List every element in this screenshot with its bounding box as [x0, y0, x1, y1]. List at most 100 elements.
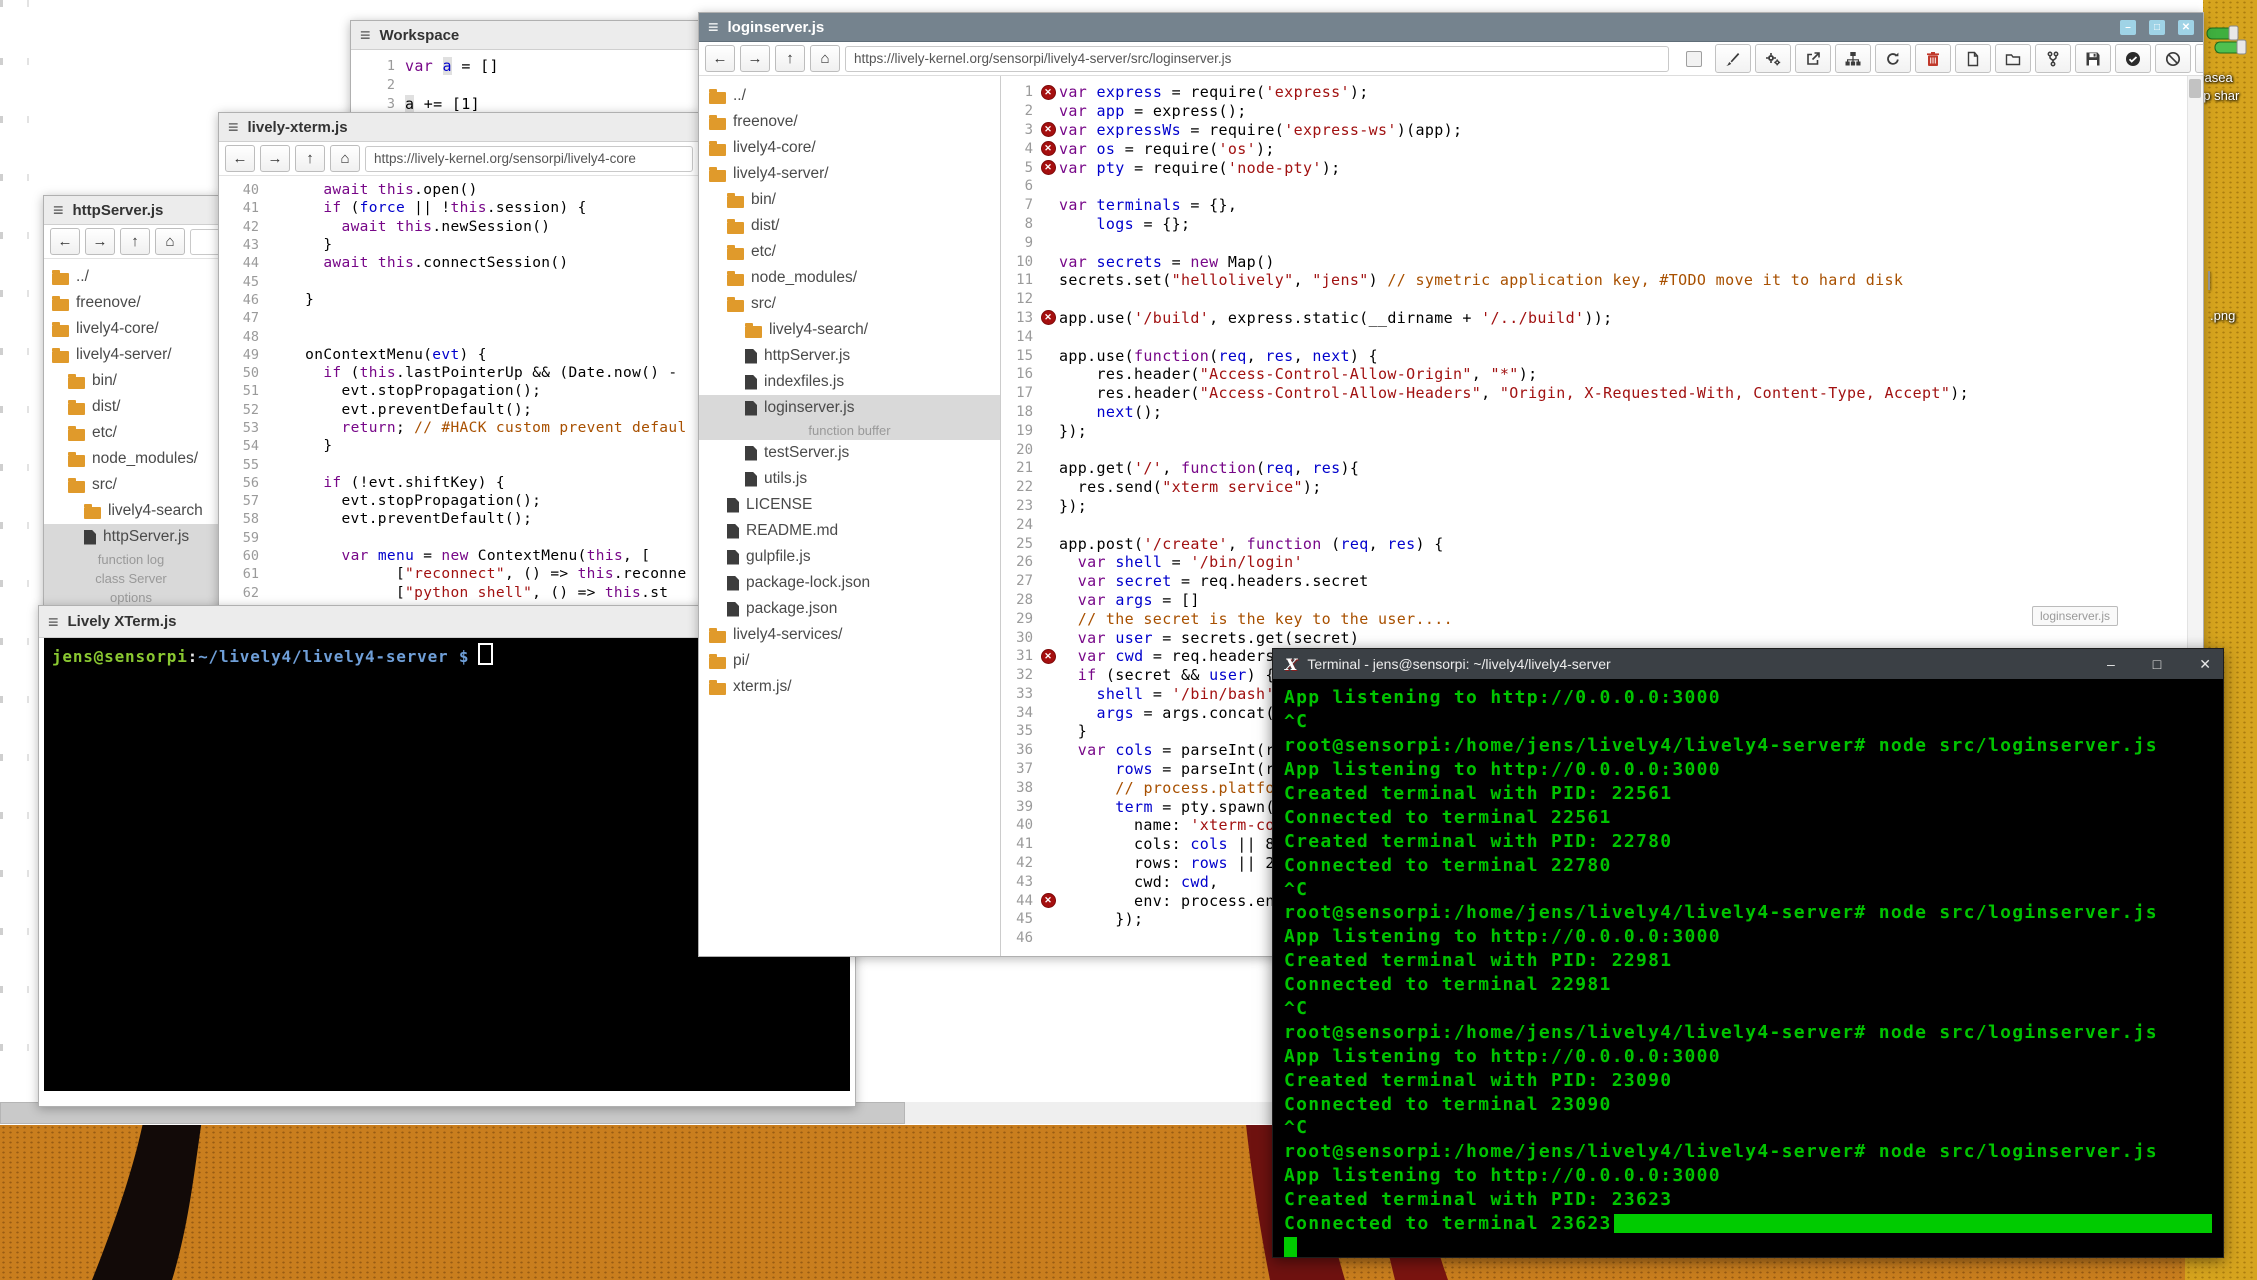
maximize-button[interactable]: □: [2149, 20, 2165, 35]
tree-item[interactable]: indexfiles.js: [699, 369, 1000, 395]
gears-button[interactable]: [1755, 44, 1791, 73]
menu-icon[interactable]: ≡: [708, 18, 719, 36]
up-button[interactable]: ↑: [295, 145, 325, 172]
save-button[interactable]: [2075, 44, 2111, 73]
xterm-editor-title-bar[interactable]: ≡ lively-xterm.js: [219, 113, 699, 142]
folder-icon: [68, 377, 85, 389]
desktop-icon-network[interactable]: [2205, 22, 2251, 67]
back-button[interactable]: ←: [705, 45, 735, 72]
tree-item[interactable]: lively4-search/: [699, 317, 1000, 343]
up-button[interactable]: ↑: [775, 45, 805, 72]
home-button[interactable]: ⌂: [155, 228, 185, 255]
workspace-title-bar[interactable]: ≡ Workspace: [351, 21, 698, 50]
terminal-title-bar[interactable]: X Terminal - jens@sensorpi: ~/lively4/li…: [1273, 649, 2223, 679]
external-link-button[interactable]: [1795, 44, 1831, 73]
tree-item[interactable]: testServer.js: [699, 440, 1000, 466]
tree-item[interactable]: bin/: [44, 368, 218, 394]
tree-item[interactable]: pi/: [699, 648, 1000, 674]
tree-item[interactable]: lively4-server/: [699, 161, 1000, 187]
tree-item[interactable]: package-lock.json: [699, 570, 1000, 596]
url-input[interactable]: [365, 146, 693, 172]
tree-item[interactable]: dist/: [44, 394, 218, 420]
tree-item[interactable]: loginserver.js: [699, 395, 1000, 421]
tree-item[interactable]: ../: [699, 83, 1000, 109]
error-marker-icon[interactable]: ✕: [1041, 893, 1056, 908]
line-number: 38: [1001, 780, 1037, 796]
error-marker-icon[interactable]: ✕: [1041, 85, 1056, 100]
up-button[interactable]: ↑: [120, 228, 150, 255]
code-text: });: [1059, 910, 1143, 928]
tree-item[interactable]: node_modules/: [44, 446, 218, 472]
folder-button[interactable]: [1995, 44, 2031, 73]
sync-button[interactable]: [1875, 44, 1911, 73]
home-button[interactable]: ⌂: [810, 45, 840, 72]
scrollbar-thumb[interactable]: [2189, 79, 2201, 98]
tree-item[interactable]: gulpfile.js: [699, 544, 1000, 570]
line-number: 35: [1001, 723, 1037, 739]
tree-item[interactable]: bin/: [699, 187, 1000, 213]
tree-item[interactable]: utils.js: [699, 466, 1000, 492]
minimize-button[interactable]: –: [2120, 20, 2136, 35]
trash-button[interactable]: [1915, 44, 1951, 73]
tree-item[interactable]: src/: [699, 291, 1000, 317]
url-input[interactable]: [190, 229, 219, 255]
error-marker-icon[interactable]: ✕: [1041, 649, 1056, 664]
forward-button[interactable]: →: [740, 45, 770, 72]
brush-button[interactable]: [1715, 44, 1751, 73]
tree-item[interactable]: httpServer.js: [699, 343, 1000, 369]
desktop-icon-screenshot[interactable]: [2208, 272, 2210, 290]
code-line: 6: [1001, 177, 2203, 196]
tree-item[interactable]: lively4-services/: [699, 622, 1000, 648]
back-button[interactable]: ←: [50, 228, 80, 255]
tree-item[interactable]: lively4-core/: [44, 316, 218, 342]
menu-icon[interactable]: ≡: [360, 26, 371, 44]
tree-item[interactable]: freenove/: [44, 290, 218, 316]
httpserver-title-bar[interactable]: ≡ httpServer.js: [44, 196, 218, 225]
error-marker-icon[interactable]: ✕: [1041, 310, 1056, 325]
xterm-editor-code[interactable]: 40 await this.open()41 if (force || !thi…: [219, 176, 699, 602]
maximize-button[interactable]: □: [2153, 656, 2161, 673]
workspace-code-editor[interactable]: 1var a = []23a += [1]: [351, 50, 698, 113]
tree-item[interactable]: node_modules/: [699, 265, 1000, 291]
tree-item-label: testServer.js: [764, 444, 849, 462]
ban-button[interactable]: [2155, 44, 2191, 73]
line-number: 51: [219, 383, 265, 399]
close-button[interactable]: ✕: [2199, 656, 2211, 673]
error-marker-icon[interactable]: ✕: [1041, 141, 1056, 156]
error-marker-icon[interactable]: ✕: [1041, 160, 1056, 175]
tree-item[interactable]: lively4-server/: [44, 342, 218, 368]
loginserver-title-bar[interactable]: ≡ loginserver.js – □ ✕: [699, 13, 2203, 42]
tree-item[interactable]: etc/: [44, 420, 218, 446]
error-marker-icon[interactable]: ✕: [1041, 122, 1056, 137]
menu-icon[interactable]: ≡: [228, 118, 239, 136]
tree-item[interactable]: freenove/: [699, 109, 1000, 135]
tree-item[interactable]: package.json: [699, 596, 1000, 622]
checkbox[interactable]: [1686, 51, 1702, 67]
file-button[interactable]: [1955, 44, 1991, 73]
check-circle-button[interactable]: [2115, 44, 2151, 73]
tree-item[interactable]: src/: [44, 472, 218, 498]
tree-item[interactable]: lively4-search: [44, 498, 218, 524]
terminal-line: Created terminal with PID: 22780: [1284, 829, 2212, 853]
sitemap-button[interactable]: [1835, 44, 1871, 73]
menu-icon[interactable]: ≡: [48, 613, 59, 631]
forward-button[interactable]: →: [85, 228, 115, 255]
tree-item[interactable]: lively4-core/: [699, 135, 1000, 161]
tree-item[interactable]: etc/: [699, 239, 1000, 265]
minimize-button[interactable]: –: [2107, 656, 2115, 673]
tree-item[interactable]: ../: [44, 264, 218, 290]
url-input[interactable]: [845, 46, 1669, 72]
forward-button[interactable]: →: [260, 145, 290, 172]
tree-item[interactable]: README.md: [699, 518, 1000, 544]
tree-item[interactable]: httpServer.js: [44, 524, 218, 550]
back-button[interactable]: ←: [225, 145, 255, 172]
tree-item[interactable]: dist/: [699, 213, 1000, 239]
close-button[interactable]: ✕: [2178, 20, 2194, 35]
terminal-output[interactable]: App listening to http://0.0.0.0:3000^Cro…: [1273, 679, 2223, 1257]
tree-item[interactable]: LICENSE: [699, 492, 1000, 518]
home-button[interactable]: ⌂: [330, 145, 360, 172]
tree-item[interactable]: xterm.js/: [699, 674, 1000, 700]
menu-icon[interactable]: ≡: [53, 201, 64, 219]
expand-button[interactable]: [2195, 44, 2204, 73]
code-fork-button[interactable]: [2035, 44, 2071, 73]
